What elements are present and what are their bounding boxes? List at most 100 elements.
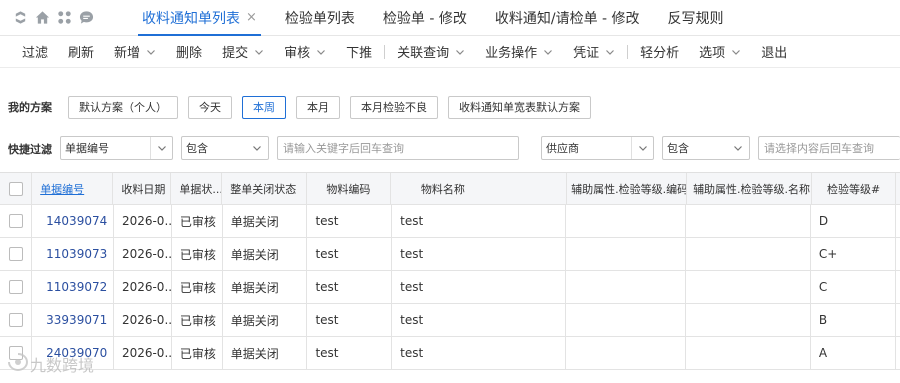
scheme-this-week[interactable]: 本周 bbox=[242, 95, 286, 119]
filter-field-select[interactable]: 单据编号 bbox=[60, 136, 173, 160]
billno-link[interactable]: 11039072 bbox=[46, 280, 107, 294]
select-all-checkbox[interactable] bbox=[8, 181, 23, 196]
cell-material-name: test bbox=[392, 238, 566, 270]
home-icon[interactable] bbox=[34, 10, 50, 26]
tab-inspection-list[interactable]: 检验单列表 bbox=[271, 0, 369, 36]
date-value: 2026-0... bbox=[121, 346, 172, 360]
tab-receipt-notice-list[interactable]: 收料通知单列表 × bbox=[128, 0, 271, 36]
message-icon[interactable] bbox=[78, 10, 94, 26]
voucher-button[interactable]: 凭证 bbox=[563, 40, 625, 64]
chevron-down-icon[interactable] bbox=[246, 137, 268, 159]
delete-button[interactable]: 删除 bbox=[166, 40, 212, 64]
chevron-down-icon[interactable] bbox=[631, 137, 653, 159]
cell-billno[interactable]: 33939071 bbox=[32, 304, 114, 336]
watermark-logo-icon bbox=[6, 352, 30, 376]
col-header-date[interactable]: 收料日期 bbox=[113, 173, 172, 204]
col-header-status[interactable]: 单据状... bbox=[171, 173, 223, 204]
row-checkbox[interactable] bbox=[8, 313, 23, 327]
table-row[interactable]: 11039073 2026-0... 已审核 单据关闭 test test C+ bbox=[0, 238, 900, 271]
filter-operator-select[interactable]: 包含 bbox=[181, 136, 269, 160]
push-down-button[interactable]: 下推 bbox=[336, 40, 382, 64]
cell-billno[interactable]: 14039074 bbox=[32, 205, 114, 237]
cell-material-code: test bbox=[307, 238, 393, 270]
scheme-wide-default[interactable]: 收料通知单宽表默认方案 bbox=[448, 95, 591, 119]
filter-label: 过滤 bbox=[22, 46, 49, 61]
delete-label: 删除 bbox=[176, 46, 203, 61]
col-header-material-code[interactable]: 物料编码 bbox=[307, 173, 391, 204]
options-button[interactable]: 选项 bbox=[689, 40, 751, 64]
table-row[interactable]: 11039072 2026-0... 已审核 单据关闭 test test C bbox=[0, 271, 900, 304]
cell-close-status: 单据关闭 bbox=[223, 337, 308, 369]
scheme-month-defects[interactable]: 本月检验不良 bbox=[350, 95, 438, 119]
col-header-label: 物料编码 bbox=[326, 182, 371, 196]
keyword-search-input[interactable] bbox=[278, 137, 518, 159]
cell-status: 已审核 bbox=[172, 337, 223, 369]
filter-field-value: 单据编号 bbox=[65, 142, 109, 155]
light-analysis-button[interactable]: 轻分析 bbox=[630, 40, 689, 64]
logo-icon[interactable] bbox=[12, 10, 28, 26]
col-header-grade[interactable]: 检验等级# bbox=[812, 173, 897, 204]
submit-button[interactable]: 提交 bbox=[212, 40, 274, 64]
cell-status: 已审核 bbox=[172, 271, 223, 303]
col-header-label: 辅助属性.检验等级.编码 bbox=[571, 182, 688, 196]
tab-inspection-edit[interactable]: 检验单 - 修改 bbox=[369, 0, 481, 36]
close-icon[interactable]: × bbox=[246, 10, 257, 25]
chevron-down-icon[interactable] bbox=[150, 137, 172, 159]
audit-button[interactable]: 审核 bbox=[274, 40, 336, 64]
col-header-billno[interactable]: 单据编号 bbox=[32, 173, 114, 204]
table-row[interactable]: 24039070 2026-0... 已审核 单据关闭 test test A bbox=[0, 337, 900, 370]
chevron-down-icon[interactable] bbox=[727, 137, 749, 159]
refresh-button[interactable]: 刷新 bbox=[58, 40, 104, 64]
chevron-down-icon[interactable] bbox=[543, 47, 553, 57]
toolbar-divider bbox=[627, 44, 629, 59]
tab-receipt-inspection-edit[interactable]: 收料通知/请检单 - 修改 bbox=[481, 0, 654, 36]
scheme-this-month[interactable]: 本月 bbox=[296, 95, 340, 119]
row-checkbox[interactable] bbox=[8, 247, 23, 261]
supplier-search-input[interactable] bbox=[759, 137, 900, 159]
new-button[interactable]: 新增 bbox=[104, 40, 166, 64]
col-header-aux-grade-code[interactable]: 辅助属性.检验等级.编码 bbox=[567, 173, 688, 204]
chevron-down-icon[interactable] bbox=[254, 47, 264, 57]
cell-grade: D bbox=[811, 205, 897, 237]
options-label: 选项 bbox=[699, 46, 726, 61]
billno-link[interactable]: 33939071 bbox=[46, 313, 107, 327]
col-header-aux-grade-name[interactable]: 辅助属性.检验等级.名称 bbox=[687, 173, 812, 204]
grade-value: C+ bbox=[818, 247, 838, 261]
row-checkbox[interactable] bbox=[8, 280, 23, 294]
supplier-field-value: 供应商 bbox=[546, 142, 579, 155]
col-header-close-status[interactable]: 整单关闭状态 bbox=[222, 173, 307, 204]
supplier-operator-select[interactable]: 包含 bbox=[662, 136, 750, 160]
cell-status: 已审核 bbox=[172, 238, 223, 270]
table-row[interactable]: 33939071 2026-0... 已审核 单据关闭 test test B bbox=[0, 304, 900, 337]
cell-billno[interactable]: 11039072 bbox=[32, 271, 114, 303]
supplier-field-select[interactable]: 供应商 bbox=[541, 136, 654, 160]
row-checkbox[interactable] bbox=[8, 214, 23, 228]
material-name-value: test bbox=[400, 214, 424, 228]
cell-billno[interactable]: 11039073 bbox=[32, 238, 114, 270]
col-header-material-name[interactable]: 物料名称 bbox=[391, 173, 568, 204]
chevron-down-icon[interactable] bbox=[316, 47, 326, 57]
billno-link[interactable]: 11039073 bbox=[46, 247, 107, 261]
keyword-search-field[interactable] bbox=[277, 136, 519, 160]
business-ops-button[interactable]: 业务操作 bbox=[475, 40, 563, 64]
scheme-today[interactable]: 今天 bbox=[188, 95, 232, 119]
chevron-down-icon[interactable] bbox=[605, 47, 615, 57]
select-all-cell bbox=[0, 173, 33, 204]
chevron-down-icon[interactable] bbox=[731, 47, 741, 57]
table-row[interactable]: 14039074 2026-0... 已审核 单据关闭 test test D bbox=[0, 205, 900, 238]
billno-link[interactable]: 14039074 bbox=[46, 214, 107, 228]
grade-value: C bbox=[818, 280, 828, 294]
tab-writeback-rules[interactable]: 反写规则 bbox=[654, 0, 738, 36]
cell-aux-grade-name bbox=[686, 337, 811, 369]
apps-grid-icon[interactable] bbox=[56, 10, 72, 26]
supplier-search-field[interactable] bbox=[758, 136, 900, 160]
scheme-default-personal[interactable]: 默认方案（个人） bbox=[68, 95, 178, 119]
exit-button[interactable]: 退出 bbox=[751, 40, 797, 64]
chevron-down-icon[interactable] bbox=[455, 47, 465, 57]
chevron-down-icon[interactable] bbox=[146, 47, 156, 57]
cell-overflow bbox=[896, 337, 900, 369]
cell-grade: B bbox=[811, 304, 897, 336]
exit-label: 退出 bbox=[761, 46, 788, 61]
related-query-button[interactable]: 关联查询 bbox=[387, 40, 475, 64]
filter-button[interactable]: 过滤 bbox=[12, 40, 58, 64]
